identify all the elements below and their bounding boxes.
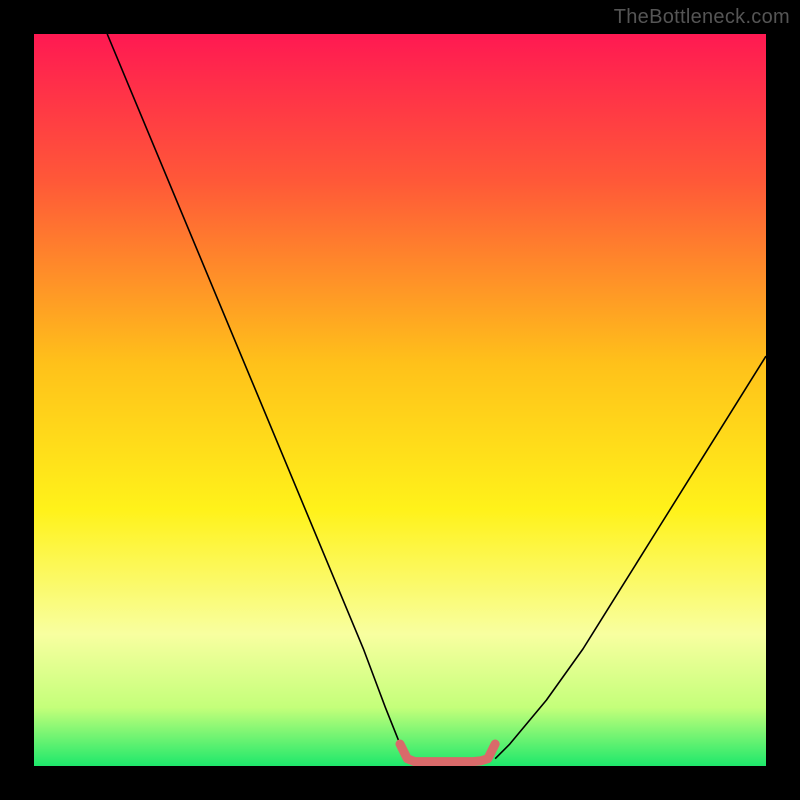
chart-svg [34, 34, 766, 766]
chart-plot-area [34, 34, 766, 766]
chart-background [34, 34, 766, 766]
watermark-text: TheBottleneck.com [614, 6, 790, 29]
